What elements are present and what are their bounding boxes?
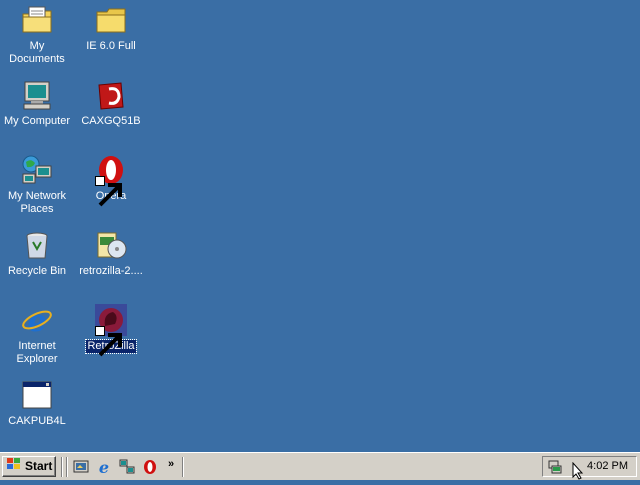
show-desktop-icon[interactable]	[73, 459, 89, 475]
icon-label: Recycle Bin	[7, 265, 67, 277]
mouse-pointer-icon	[572, 461, 584, 485]
icon-label: CAXGQ51B	[81, 115, 141, 127]
opera-icon	[95, 154, 127, 207]
desktop-icon-retrozilla-setup[interactable]: retrozilla-2....	[74, 229, 148, 279]
network-tray-icon[interactable]	[547, 459, 563, 475]
desktop-icon-my-network-places[interactable]: My Network Places	[0, 154, 74, 217]
recycle-bin-icon	[21, 229, 53, 261]
icon-label: IE 6.0 Full	[86, 40, 136, 52]
icon-label: CAKPUB4L	[8, 415, 66, 427]
windows-logo-icon	[6, 457, 22, 477]
icon-label: My Computer	[3, 115, 71, 127]
shortcut-arrow-icon	[95, 326, 122, 357]
desktop-icon-opera[interactable]: Opera	[74, 154, 148, 207]
cd-setup-icon	[95, 229, 127, 261]
desktop-icon-caxgq51b[interactable]: CAXGQ51B	[74, 79, 148, 129]
desktop-icon-ie6-folder[interactable]: IE 6.0 Full	[74, 4, 148, 54]
folder-icon	[95, 4, 127, 36]
svg-text:e: e	[27, 304, 46, 336]
icon-label: My Documents	[9, 40, 65, 65]
icon-label: retrozilla-2....	[79, 265, 143, 277]
shortcut-arrow-icon	[95, 176, 122, 207]
my-documents-icon	[21, 4, 53, 36]
clock[interactable]: 4:02 PM	[587, 460, 628, 472]
retrozilla-icon	[95, 304, 127, 357]
svg-text:e: e	[99, 459, 109, 475]
start-button[interactable]: Start	[2, 456, 56, 477]
desktop-icon-internet-explorer[interactable]: e Internet Explorer	[0, 304, 74, 367]
network-icon[interactable]	[119, 459, 135, 475]
icon-label: My Network Places	[7, 190, 67, 215]
desktop-icon-retrozilla[interactable]: RetroZilla	[74, 304, 148, 357]
desktop-icon-my-computer[interactable]: My Computer	[0, 79, 74, 129]
taskbar-separator	[61, 457, 63, 477]
desktop-icon-my-documents[interactable]: My Documents	[0, 4, 74, 67]
opera-icon[interactable]	[142, 459, 158, 475]
taskbar: Start e » 4:02 PM	[0, 452, 640, 480]
quick-launch-overflow-chevron[interactable]: »	[168, 458, 174, 470]
taskbar-separator	[66, 457, 68, 477]
desktop-icon-cakpub4l[interactable]: CAKPUB4L	[0, 379, 74, 429]
network-places-icon	[21, 154, 53, 186]
icon-label: Internet Explorer	[16, 340, 58, 365]
application-window-icon	[21, 379, 53, 411]
desktop-icon-recycle-bin[interactable]: Recycle Bin	[0, 229, 74, 279]
my-computer-icon	[21, 79, 53, 111]
installer-icon	[95, 79, 127, 111]
start-label: Start	[25, 459, 53, 473]
internet-explorer-icon[interactable]: e	[96, 459, 112, 475]
internet-explorer-icon: e	[21, 304, 53, 336]
taskbar-separator	[182, 457, 184, 477]
system-tray: 4:02 PM	[542, 456, 637, 477]
